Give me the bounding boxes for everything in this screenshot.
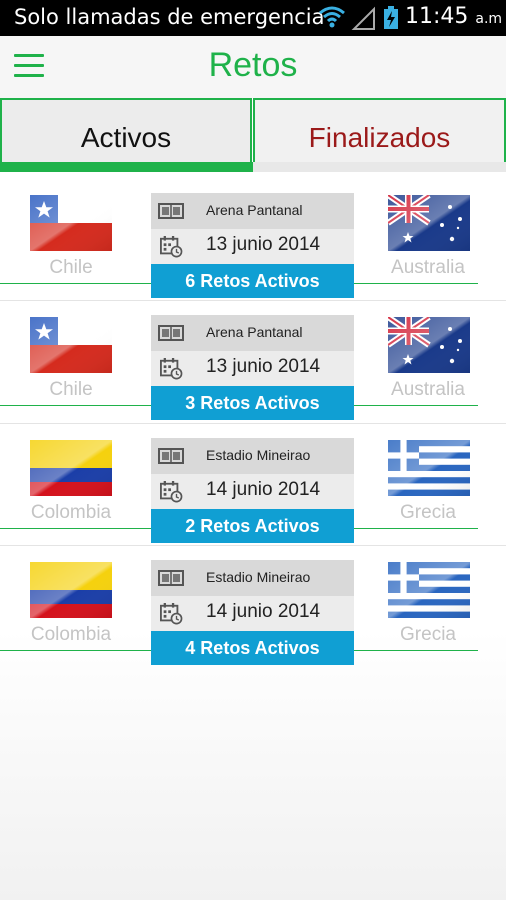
battery-charging-icon bbox=[384, 6, 398, 29]
tab-indicator-selected bbox=[0, 162, 253, 172]
stadium-icon bbox=[158, 203, 184, 219]
date-text: 14 junio 2014 bbox=[206, 601, 321, 622]
venue-text: Arena Pantanal bbox=[206, 202, 303, 218]
date-text: 13 junio 2014 bbox=[206, 356, 321, 377]
status-icons bbox=[319, 6, 398, 30]
active-challenges-button[interactable]: 2 Retos Activos bbox=[151, 509, 354, 543]
signal-icon bbox=[351, 6, 375, 30]
tab-bar: Activos Finalizados bbox=[0, 98, 506, 176]
active-challenges-button[interactable]: 3 Retos Activos bbox=[151, 386, 354, 420]
flag-colombia-icon bbox=[30, 562, 112, 618]
divider bbox=[354, 405, 478, 406]
flag-greece-icon bbox=[388, 562, 470, 618]
tab-activos[interactable]: Activos bbox=[0, 98, 252, 162]
flag-australia-icon bbox=[388, 195, 470, 251]
calendar-icon bbox=[160, 358, 183, 380]
match-row[interactable]: Colombia Estadio Mineirao 14 junio 2014 … bbox=[0, 423, 506, 546]
date-text: 13 junio 2014 bbox=[206, 234, 321, 255]
date-row: 13 junio 2014 bbox=[151, 229, 354, 264]
tab-indicator-unselected bbox=[253, 162, 506, 172]
row-separator bbox=[0, 300, 506, 301]
status-bar: Solo llamadas de emergencia 11:45 a.m bbox=[0, 0, 506, 36]
venue-row: Arena Pantanal bbox=[151, 193, 354, 229]
date-text: 14 junio 2014 bbox=[206, 479, 321, 500]
divider bbox=[0, 405, 151, 406]
divider bbox=[354, 528, 478, 529]
calendar-icon bbox=[160, 603, 183, 625]
home-team: Chile bbox=[49, 379, 93, 400]
venue-row: Estadio Mineirao bbox=[151, 560, 354, 596]
row-separator bbox=[0, 423, 506, 424]
date-row: 14 junio 2014 bbox=[151, 474, 354, 509]
active-challenges-button[interactable]: 6 Retos Activos bbox=[151, 264, 354, 298]
flag-chile-icon bbox=[30, 195, 112, 251]
match-row[interactable]: Colombia Estadio Mineirao 14 junio 2014 … bbox=[0, 545, 506, 668]
match-card: Arena Pantanal 13 junio 2014 3 Retos Act… bbox=[151, 315, 354, 421]
calendar-icon bbox=[160, 481, 183, 503]
divider bbox=[0, 528, 151, 529]
divider bbox=[0, 283, 151, 284]
home-team: Colombia bbox=[30, 502, 112, 523]
flag-colombia-icon bbox=[30, 440, 112, 496]
match-card: Estadio Mineirao 14 junio 2014 2 Retos A… bbox=[151, 438, 354, 544]
divider bbox=[0, 650, 151, 651]
venue-row: Arena Pantanal bbox=[151, 315, 354, 351]
clock-ampm: a.m bbox=[475, 11, 503, 27]
clock: 11:45 a.m bbox=[405, 4, 502, 29]
clock-time: 11:45 bbox=[405, 4, 469, 29]
away-team: Australia bbox=[391, 379, 465, 400]
wifi-icon bbox=[319, 6, 345, 28]
match-row[interactable]: Chile Arena Pantanal 13 junio 2014 6 Ret… bbox=[0, 178, 506, 301]
tab-finalizados[interactable]: Finalizados bbox=[253, 98, 506, 162]
flag-chile-icon bbox=[30, 317, 112, 373]
stadium-icon bbox=[158, 325, 184, 341]
home-team: Colombia bbox=[30, 624, 112, 645]
venue-row: Estadio Mineirao bbox=[151, 438, 354, 474]
home-team: Chile bbox=[49, 257, 93, 278]
match-row[interactable]: Chile Arena Pantanal 13 junio 2014 3 Ret… bbox=[0, 300, 506, 423]
away-team: Grecia bbox=[400, 502, 456, 523]
venue-text: Arena Pantanal bbox=[206, 324, 303, 340]
match-card: Arena Pantanal 13 junio 2014 6 Retos Act… bbox=[151, 193, 354, 299]
active-challenges-button[interactable]: 4 Retos Activos bbox=[151, 631, 354, 665]
away-team: Grecia bbox=[400, 624, 456, 645]
stadium-icon bbox=[158, 448, 184, 464]
date-row: 13 junio 2014 bbox=[151, 351, 354, 386]
row-separator bbox=[0, 545, 506, 546]
stadium-icon bbox=[158, 570, 184, 586]
divider bbox=[354, 283, 478, 284]
venue-text: Estadio Mineirao bbox=[206, 569, 311, 585]
flag-greece-icon bbox=[388, 440, 470, 496]
flag-australia-icon bbox=[388, 317, 470, 373]
page-title: Retos bbox=[208, 46, 298, 84]
away-team: Australia bbox=[391, 257, 465, 278]
app-bar: Retos bbox=[0, 36, 506, 98]
carrier-text: Solo llamadas de emergencia bbox=[14, 5, 325, 29]
calendar-icon bbox=[160, 236, 183, 258]
divider bbox=[354, 650, 478, 651]
date-row: 14 junio 2014 bbox=[151, 596, 354, 631]
venue-text: Estadio Mineirao bbox=[206, 447, 311, 463]
match-card: Estadio Mineirao 14 junio 2014 4 Retos A… bbox=[151, 560, 354, 666]
